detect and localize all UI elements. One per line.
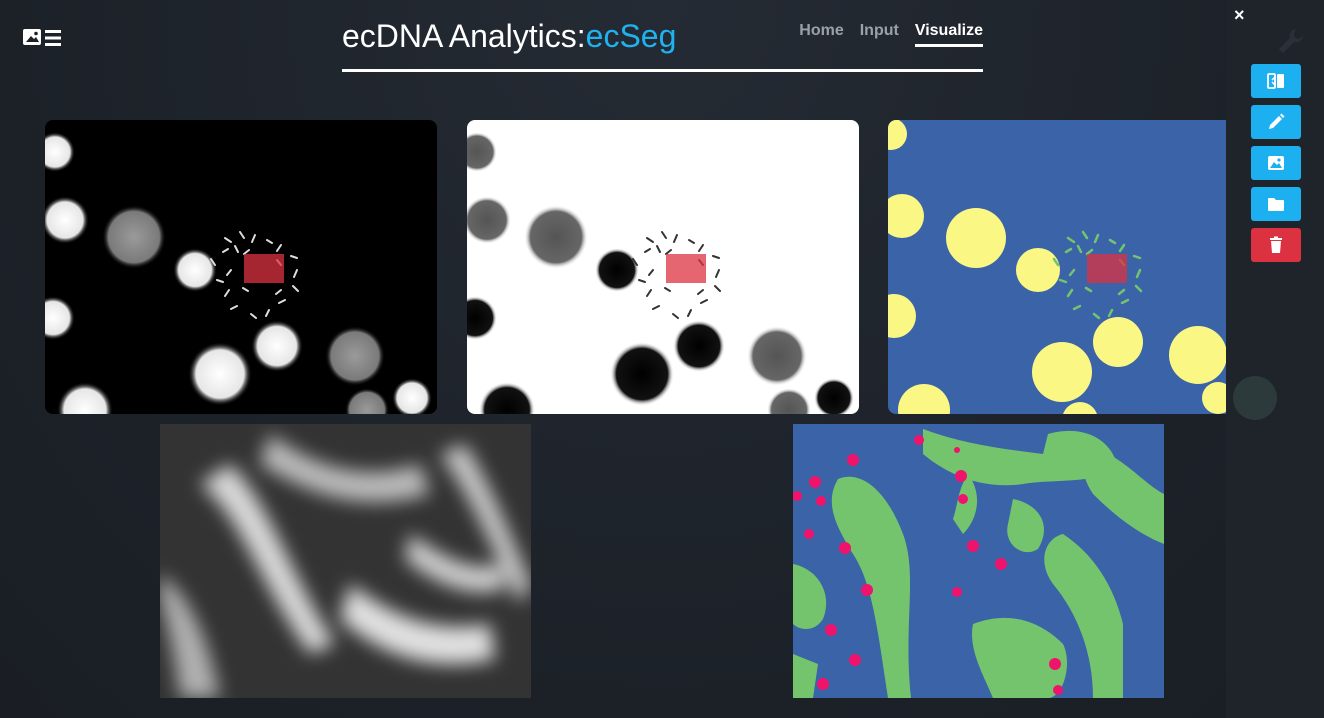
folder-icon (1268, 198, 1284, 211)
image-button[interactable] (1251, 146, 1301, 180)
pencil-icon (1269, 113, 1285, 129)
page-title: ecDNA Analytics:ecSeg (342, 18, 676, 55)
image-list-icon[interactable] (22, 27, 62, 49)
main-nav: Home Input Visualize (799, 22, 983, 47)
folder-button[interactable] (1251, 187, 1301, 221)
image-icon (1268, 156, 1284, 170)
compare-icon (1267, 73, 1284, 89)
nav-input[interactable]: Input (860, 22, 899, 47)
selection-box[interactable] (1087, 254, 1127, 283)
title-accent: ecSeg (585, 18, 677, 54)
header: ecDNA Analytics:ecSeg Home Input Visuali… (342, 14, 983, 72)
compare-button[interactable] (1251, 64, 1301, 98)
segmentation-panel[interactable] (888, 120, 1226, 414)
inverted-image-panel[interactable] (467, 120, 859, 414)
original-image-panel[interactable] (45, 120, 437, 414)
zoomed-segmentation (793, 424, 1164, 698)
title-main: ecDNA Analytics: (342, 18, 586, 54)
floating-circle-button[interactable] (1233, 376, 1277, 420)
selection-box[interactable] (244, 254, 284, 283)
nav-visualize[interactable]: Visualize (914, 22, 983, 47)
selection-box[interactable] (666, 254, 706, 283)
close-icon[interactable]: × (1234, 5, 1245, 26)
trash-icon (1270, 236, 1282, 253)
zoomed-original-image (160, 424, 531, 698)
nav-home[interactable]: Home (799, 22, 843, 47)
draw-button[interactable] (1251, 105, 1301, 139)
delete-button[interactable] (1251, 228, 1301, 262)
wrench-icon[interactable] (1276, 26, 1306, 56)
